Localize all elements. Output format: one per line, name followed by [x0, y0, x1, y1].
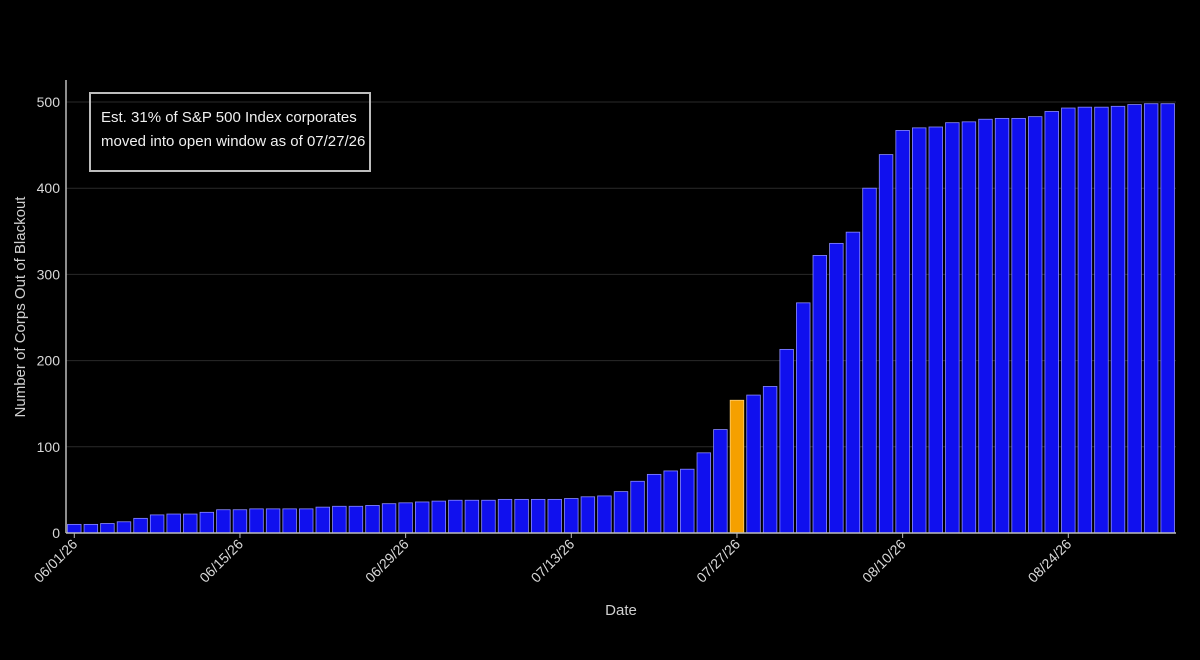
bar — [597, 495, 612, 534]
bar — [1094, 106, 1109, 534]
bar — [481, 499, 496, 534]
bar — [945, 122, 960, 534]
bar — [464, 499, 480, 534]
bar — [994, 117, 1010, 534]
y-tick-label: 400 — [37, 180, 61, 196]
y-axis-title: Number of Corps Out of Blackout — [12, 196, 29, 418]
bar — [878, 154, 894, 534]
bar — [547, 498, 562, 534]
bar — [299, 508, 314, 534]
y-tick-labels: 0 100 200 300 400 500 — [37, 94, 61, 541]
bar — [448, 499, 463, 534]
bar — [232, 509, 248, 534]
bar — [166, 513, 181, 534]
bar — [530, 498, 546, 534]
bar — [1044, 111, 1059, 534]
bar — [630, 480, 645, 534]
annotation-box: Est. 31% of S&P 500 Index corporates mov… — [89, 92, 371, 172]
bar — [746, 394, 761, 534]
bar — [646, 473, 662, 534]
bar — [680, 468, 695, 534]
bar — [696, 452, 712, 534]
y-tick-label: 200 — [37, 353, 61, 369]
bar — [978, 118, 993, 534]
bar — [282, 508, 297, 534]
bar — [348, 505, 364, 534]
bar — [398, 502, 413, 534]
bar — [1077, 106, 1093, 534]
bar — [663, 470, 678, 534]
bar — [713, 429, 728, 534]
bar — [116, 521, 132, 534]
y-tick-label: 0 — [52, 525, 60, 541]
bar — [133, 517, 148, 534]
annotation-line-2: moved into open window as of 07/27/26 — [101, 133, 366, 150]
x-tick-label: 07/27/26 — [693, 536, 743, 586]
y-tick-label: 300 — [37, 266, 61, 282]
y-tick-label: 500 — [37, 94, 61, 110]
bar — [67, 523, 82, 534]
bar — [199, 511, 215, 534]
bar — [1027, 116, 1043, 534]
bar — [961, 121, 977, 534]
bar — [414, 501, 430, 534]
bar — [613, 491, 629, 534]
bar — [315, 506, 330, 534]
bar — [779, 348, 794, 534]
bar — [1011, 117, 1026, 534]
bar — [514, 498, 529, 534]
bar — [100, 523, 115, 534]
bar — [83, 523, 99, 534]
bar — [845, 231, 861, 534]
bar — [1127, 104, 1142, 534]
bar — [1110, 105, 1126, 534]
bar — [928, 126, 943, 534]
x-tick-label: 07/13/26 — [528, 536, 578, 586]
x-tick-labels: 06/01/26 06/15/26 06/29/26 07/13/26 07/27/26… — [31, 533, 1075, 586]
bar — [381, 503, 397, 534]
x-tick-label: 08/24/26 — [1025, 536, 1075, 586]
bar — [216, 509, 231, 534]
bar — [265, 508, 281, 534]
bar — [332, 505, 347, 534]
bar — [829, 242, 844, 534]
x-tick-label: 06/15/26 — [196, 536, 246, 586]
bar — [183, 513, 198, 534]
bar — [895, 130, 910, 534]
x-tick-label: 06/29/26 — [362, 536, 412, 586]
bar — [431, 500, 446, 534]
bar — [149, 514, 165, 534]
bar — [564, 498, 579, 534]
bar — [1061, 107, 1076, 534]
bar — [762, 386, 778, 534]
bar — [796, 302, 811, 534]
x-tick-label: 06/01/26 — [31, 536, 81, 586]
x-axis-title: Date — [605, 602, 637, 619]
bar — [365, 505, 380, 534]
y-tick-label: 100 — [37, 439, 61, 455]
bar — [497, 498, 513, 534]
bar — [249, 508, 264, 534]
bar — [912, 127, 927, 534]
bar — [812, 255, 828, 534]
bar — [1160, 103, 1175, 534]
bar — [580, 496, 596, 534]
annotation-line-1: Est. 31% of S&P 500 Index corporates — [101, 109, 357, 126]
x-tick-label: 08/10/26 — [859, 536, 909, 586]
highlighted-bar — [729, 399, 745, 534]
bar — [1143, 103, 1159, 534]
bar — [862, 187, 877, 534]
